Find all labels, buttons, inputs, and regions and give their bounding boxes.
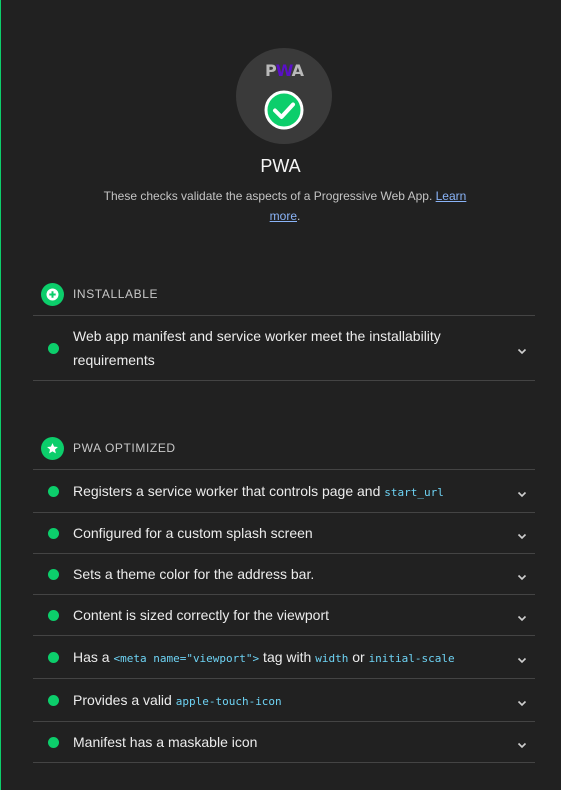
chevron-down-icon[interactable] [516,487,528,499]
left-accent-line [0,0,1,790]
divider [33,762,535,763]
pass-indicator-icon [48,527,59,539]
audit-title: Manifest has a maskable icon [73,730,493,754]
audit-text-segment: Web app manifest and service worker meet… [73,328,441,368]
pwa-logo: PWA [264,61,304,80]
chevron-down-icon[interactable] [516,653,528,665]
group-title: PWA OPTIMIZED [73,441,176,455]
pass-indicator-icon [48,568,59,580]
group-title: INSTALLABLE [73,287,159,301]
pass-indicator-icon [48,342,59,354]
pass-indicator-icon [48,651,59,663]
code-snippet: width [315,652,349,665]
audit-text-segment: Manifest has a maskable icon [73,734,258,750]
category-title: PWA [260,156,301,176]
audit-row[interactable]: Provides a valid apple-touch-icon [33,679,535,721]
audit-text-segment: Sets a theme color for the address bar. [73,566,315,582]
code-snippet: start_url [384,486,444,499]
group-header: INSTALLABLE [41,282,158,306]
chevron-down-icon[interactable] [516,529,528,541]
audit-row[interactable]: Content is sized correctly for the viewp… [33,595,535,635]
plus-circle-icon [41,282,64,306]
pass-indicator-icon [48,736,59,748]
audit-row[interactable]: Has a <meta name="viewport"> tag with wi… [33,636,535,678]
audit-row[interactable]: Sets a theme color for the address bar. [33,554,535,594]
audit-text-segment: Content is sized correctly for the viewp… [73,607,329,623]
audit-title: Web app manifest and service worker meet… [73,324,493,372]
pwa-gauge: PWA [236,48,332,144]
chevron-down-icon[interactable] [516,738,528,750]
category-description: These checks validate the aspects of a P… [103,189,467,223]
chevron-down-icon[interactable] [516,344,528,356]
audit-title: Content is sized correctly for the viewp… [73,603,493,627]
audit-text-segment: Has a [73,649,114,665]
code-snippet: initial-scale [368,652,455,665]
pass-indicator-icon [48,694,59,706]
group-header: PWA OPTIMIZED [41,436,176,460]
audit-text-segment: Configured for a custom splash screen [73,525,313,541]
code-snippet: <meta name="viewport"> [113,652,260,665]
pass-indicator-icon [48,485,59,497]
audit-text-segment: Registers a service worker that controls… [73,483,385,499]
audit-title: Registers a service worker that controls… [73,479,493,505]
audit-title: Has a <meta name="viewport"> tag with wi… [73,645,493,671]
audit-title: Configured for a custom splash screen [73,521,493,545]
audit-row[interactable]: Web app manifest and service worker meet… [33,316,535,380]
chevron-down-icon[interactable] [516,611,528,623]
audit-row[interactable]: Configured for a custom splash screen [33,513,535,553]
pass-indicator-icon [48,609,59,621]
chevron-down-icon[interactable] [516,570,528,582]
audit-text-segment: or [348,649,369,665]
audit-row[interactable]: Manifest has a maskable icon [33,722,535,762]
audit-text-segment: tag with [259,649,316,665]
audit-text-segment: Provides a valid [73,692,176,708]
description-text: These checks validate the aspects of a P… [103,189,433,203]
divider [33,380,535,381]
star-icon [41,436,64,460]
code-snippet: apple-touch-icon [175,695,282,708]
audit-title: Provides a valid apple-touch-icon [73,688,493,714]
chevron-down-icon[interactable] [516,696,528,708]
check-circle-icon [264,90,304,130]
audit-row[interactable]: Registers a service worker that controls… [33,470,535,512]
audit-title: Sets a theme color for the address bar. [73,562,493,586]
